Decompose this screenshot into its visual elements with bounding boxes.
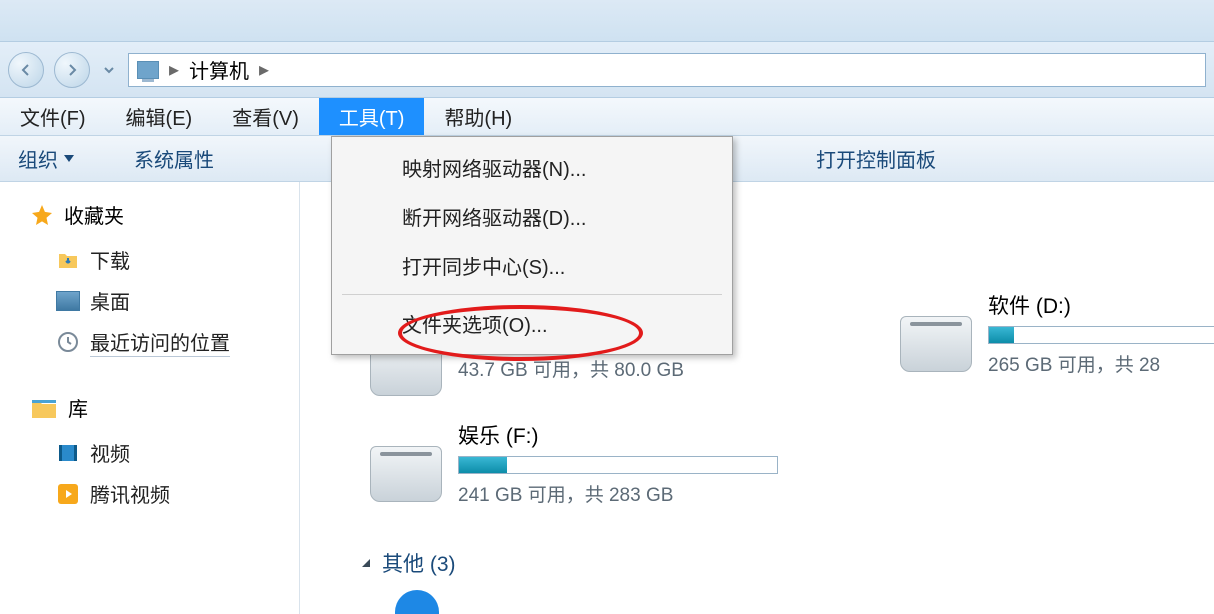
sidebar-libraries-label: 库 [68, 393, 88, 422]
sidebar-favorites-header[interactable]: 收藏夹 [10, 200, 289, 229]
drive-f-usage-bar [458, 456, 778, 474]
section-other-label: 其他 (3) [382, 548, 456, 578]
menu-separator [342, 294, 722, 295]
sidebar-item-tencent-video[interactable]: 腾讯视频 [10, 473, 289, 514]
expand-triangle-icon [360, 557, 372, 569]
drive-d-stats: 265 GB 可用，共 28 [988, 350, 1214, 377]
video-icon [56, 441, 80, 465]
toolbar-open-control-panel[interactable]: 打开控制面板 [816, 144, 936, 173]
drive-icon [900, 316, 972, 372]
drive-c-stats: 43.7 GB 可用，共 80.0 GB [458, 355, 684, 382]
address-bar-row: ▸ 计算机 ▸ [0, 42, 1214, 98]
menu-item-map-network-drive[interactable]: 映射网络驱动器(N)... [332, 143, 732, 192]
desktop-icon [56, 291, 80, 311]
library-icon [30, 396, 58, 420]
sidebar-videos-label: 视频 [90, 438, 130, 467]
nav-history-chevron-icon[interactable] [100, 64, 118, 76]
sidebar-item-videos[interactable]: 视频 [10, 432, 289, 473]
sidebar-item-recent[interactable]: 最近访问的位置 [10, 321, 289, 363]
drive-d-usage-bar [988, 326, 1214, 344]
tencent-video-icon [56, 482, 80, 506]
sidebar-favorites-group: 收藏夹 下载 桌面 最近访问的位置 [10, 200, 289, 363]
menu-view[interactable]: 查看(V) [212, 98, 319, 135]
chevron-down-icon [64, 155, 74, 162]
breadcrumb-sep-icon: ▸ [259, 57, 269, 82]
star-icon [30, 203, 54, 227]
address-field[interactable]: ▸ 计算机 ▸ [128, 53, 1206, 87]
section-other-header[interactable]: 其他 (3) [360, 548, 456, 578]
nav-back-button[interactable] [8, 52, 44, 88]
sidebar-libraries-group: 库 视频 腾讯视频 [10, 393, 289, 514]
nav-forward-button[interactable] [54, 52, 90, 88]
sidebar-item-desktop[interactable]: 桌面 [10, 280, 289, 321]
drive-d[interactable]: 软件 (D:) 265 GB 可用，共 28 [900, 290, 1214, 377]
menu-item-folder-options[interactable]: 文件夹选项(O)... [332, 299, 732, 348]
menu-edit[interactable]: 编辑(E) [106, 98, 213, 135]
toolbar-organize[interactable]: 组织 [18, 144, 74, 173]
sidebar-tencent-label: 腾讯视频 [90, 479, 170, 508]
recent-places-icon [56, 330, 80, 354]
sidebar: 收藏夹 下载 桌面 最近访问的位置 库 视频 [0, 182, 300, 614]
drive-icon [370, 446, 442, 502]
drive-d-name: 软件 (D:) [988, 290, 1214, 320]
breadcrumb-location[interactable]: 计算机 [189, 55, 249, 84]
sidebar-desktop-label: 桌面 [90, 286, 130, 315]
menu-item-disconnect-network-drive[interactable]: 断开网络驱动器(D)... [332, 192, 732, 241]
menu-file[interactable]: 文件(F) [0, 98, 106, 135]
menu-item-open-sync-center[interactable]: 打开同步中心(S)... [332, 241, 732, 290]
drive-f-stats: 241 GB 可用，共 283 GB [458, 480, 778, 507]
menubar: 文件(F) 编辑(E) 查看(V) 工具(T) 帮助(H) [0, 98, 1214, 136]
sidebar-libraries-header[interactable]: 库 [10, 393, 289, 422]
drive-f-name: 娱乐 (F:) [458, 420, 778, 450]
titlebar [0, 0, 1214, 42]
sidebar-favorites-label: 收藏夹 [64, 200, 124, 229]
sidebar-recent-label: 最近访问的位置 [90, 327, 230, 357]
drive-f[interactable]: 娱乐 (F:) 241 GB 可用，共 283 GB [370, 420, 778, 507]
tools-dropdown-menu: 映射网络驱动器(N)... 断开网络驱动器(D)... 打开同步中心(S)...… [331, 136, 733, 355]
toolbar-organize-label: 组织 [18, 144, 58, 173]
sidebar-item-downloads[interactable]: 下载 [10, 239, 289, 280]
computer-icon [137, 61, 159, 79]
breadcrumb-sep-icon: ▸ [169, 57, 179, 82]
sidebar-downloads-label: 下载 [90, 245, 130, 274]
download-folder-icon [56, 248, 80, 272]
menu-help[interactable]: 帮助(H) [424, 98, 532, 135]
menu-tools[interactable]: 工具(T) [319, 98, 425, 135]
toolbar-system-properties[interactable]: 系统属性 [134, 144, 214, 173]
